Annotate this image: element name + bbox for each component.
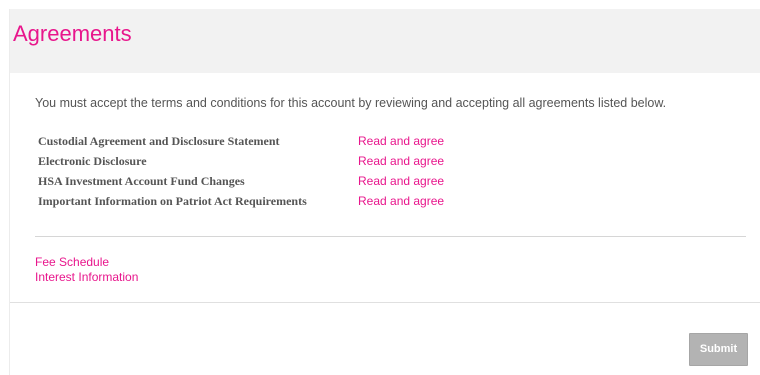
interest-information-link[interactable]: Interest Information (35, 270, 138, 285)
page-title: Agreements (13, 21, 132, 46)
agreement-name: Custodial Agreement and Disclosure State… (38, 134, 280, 148)
read-and-agree-link-hsa-fund-changes[interactable]: Read and agree (358, 173, 444, 189)
agreements-list: Custodial Agreement and Disclosure State… (35, 133, 475, 213)
submit-button[interactable]: Submit (689, 333, 748, 366)
intro-text: You must accept the terms and conditions… (35, 96, 667, 110)
agreement-row-electronic-disclosure: Electronic Disclosure Read and agree (35, 153, 475, 173)
agreement-row-hsa-fund-changes: HSA Investment Account Fund Changes Read… (35, 173, 475, 193)
extra-links: Fee Schedule Interest Information (35, 255, 138, 285)
fee-schedule-link[interactable]: Fee Schedule (35, 255, 138, 270)
read-and-agree-link-custodial[interactable]: Read and agree (358, 133, 444, 149)
agreement-row-patriot-act: Important Information on Patriot Act Req… (35, 193, 475, 213)
read-and-agree-link-patriot-act[interactable]: Read and agree (358, 193, 444, 209)
page-footer: Submit (10, 302, 760, 375)
section-divider (35, 236, 746, 237)
page-header: Agreements (10, 9, 760, 73)
read-and-agree-link-electronic-disclosure[interactable]: Read and agree (358, 153, 444, 169)
agreements-page: Agreements You must accept the terms and… (9, 9, 760, 375)
agreement-row-custodial: Custodial Agreement and Disclosure State… (35, 133, 475, 153)
agreement-name: HSA Investment Account Fund Changes (38, 174, 245, 188)
agreement-name: Important Information on Patriot Act Req… (38, 194, 307, 208)
agreement-name: Electronic Disclosure (38, 154, 147, 168)
